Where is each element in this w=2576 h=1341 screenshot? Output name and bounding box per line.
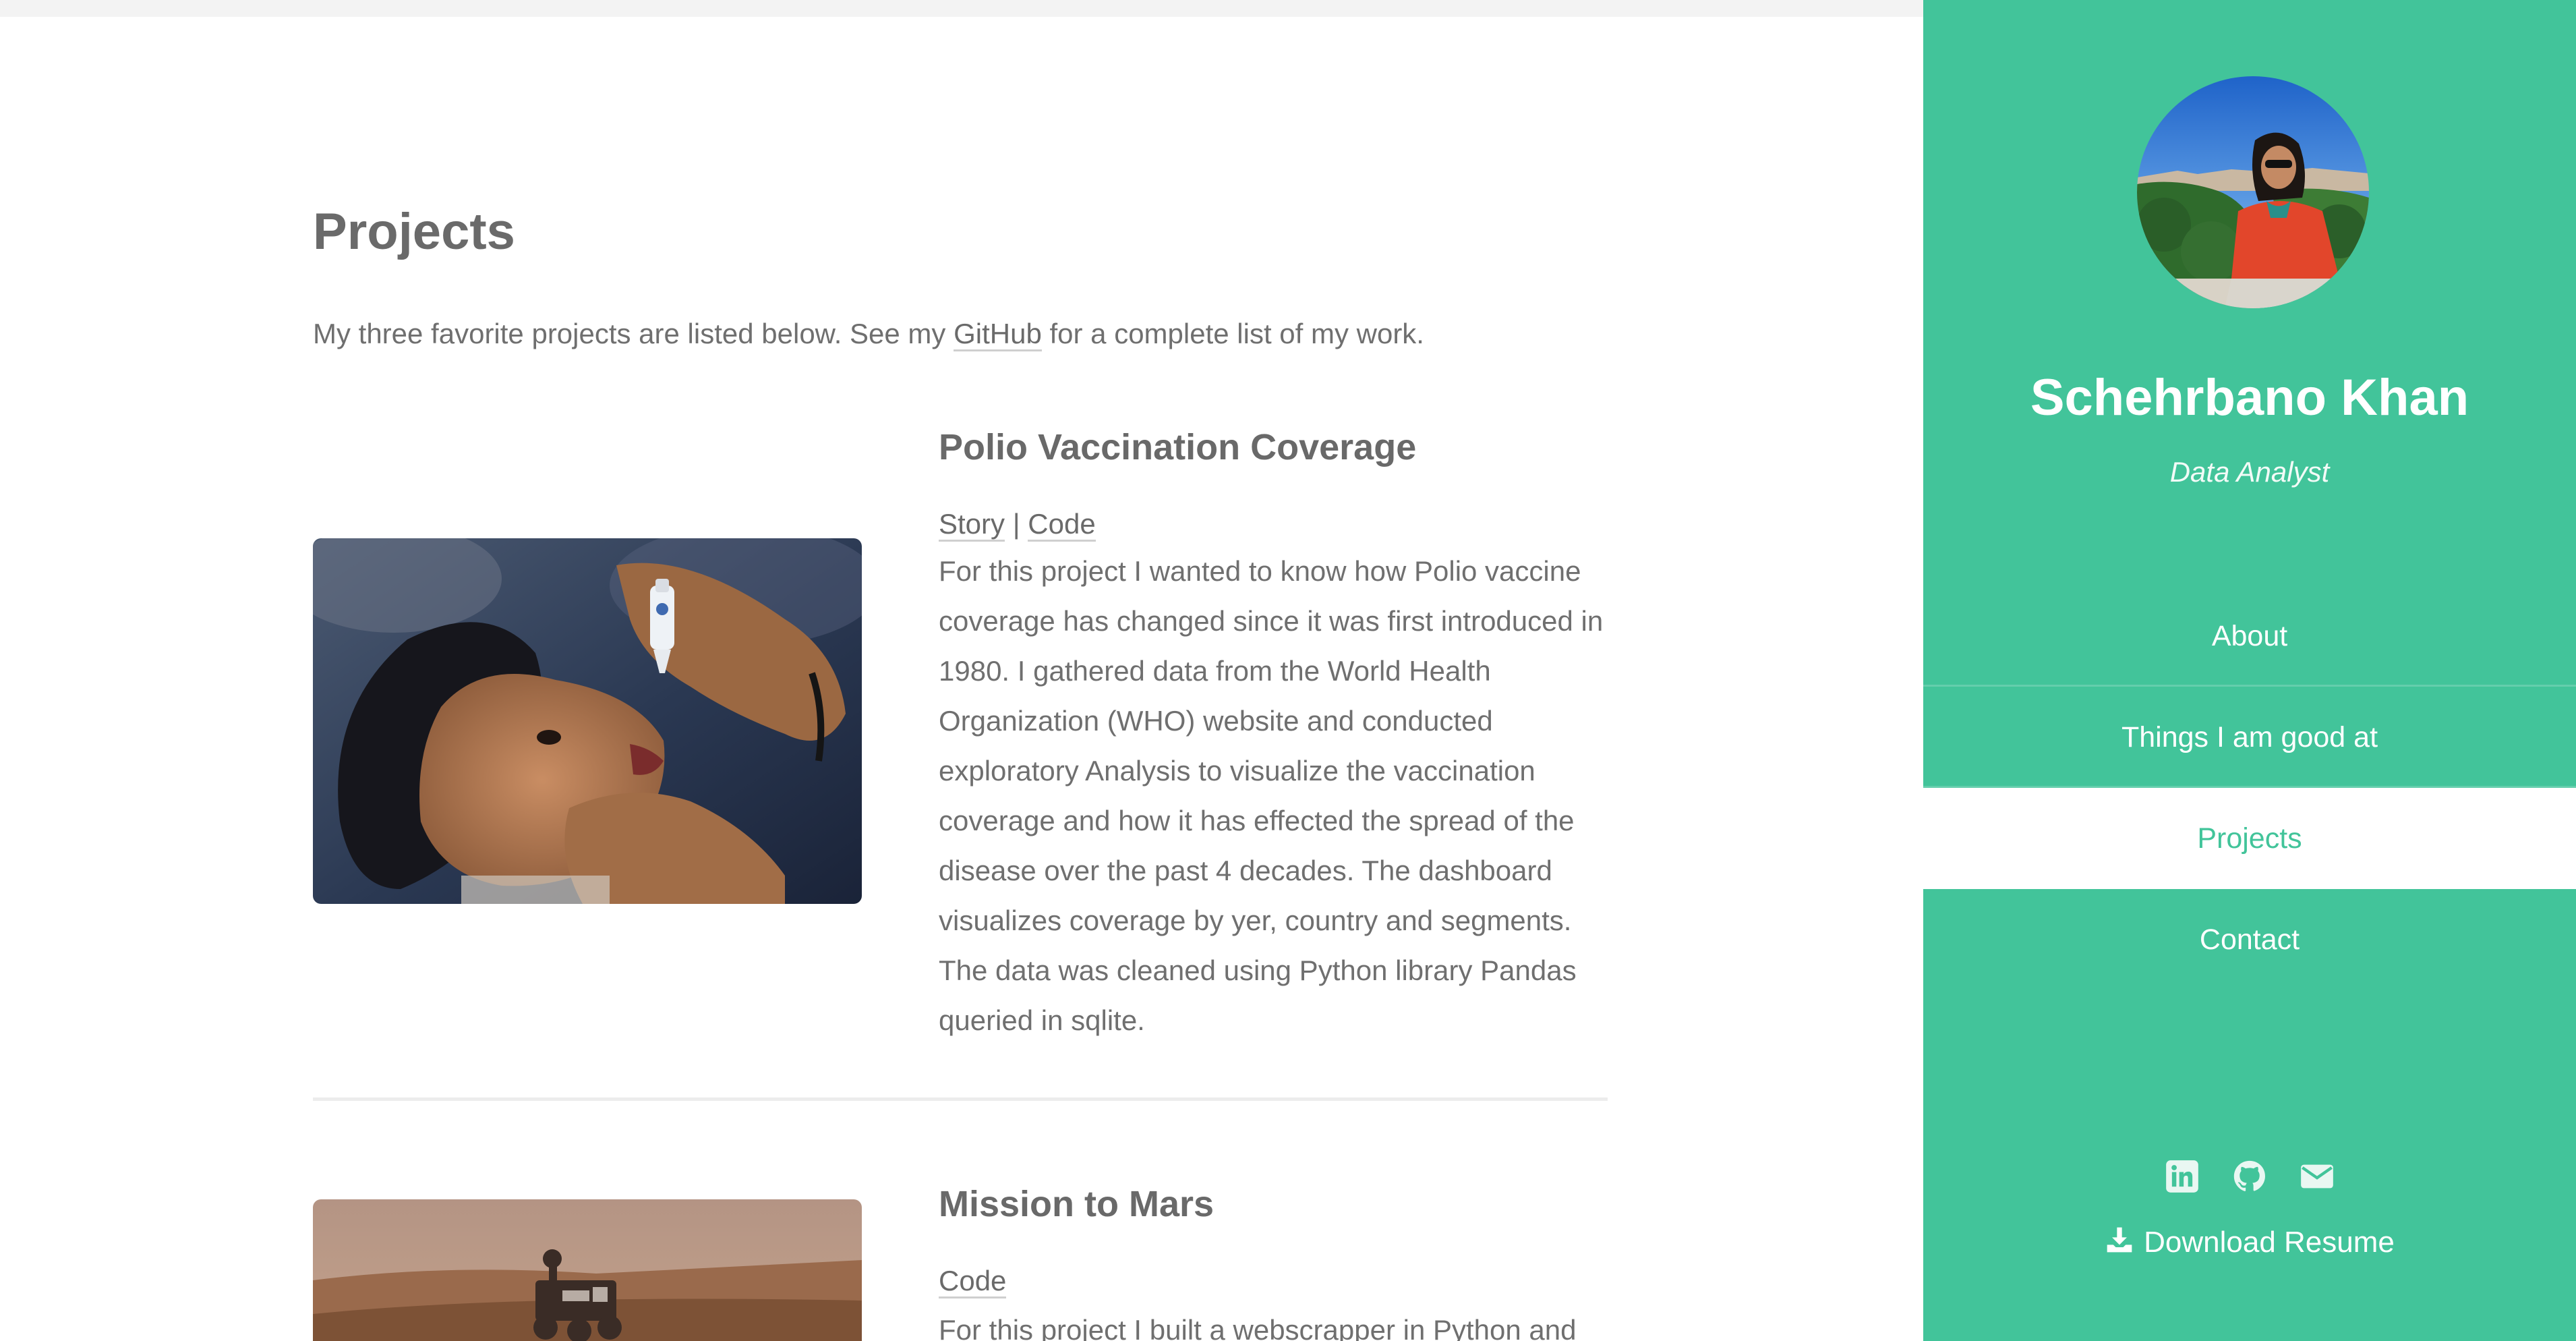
avatar (2137, 76, 2369, 308)
sidebar-nav: About Things I am good at Projects Conta… (1923, 586, 2576, 990)
sidebar: Schehrbano Khan Data Analyst About Thing… (1923, 0, 2576, 1341)
code-link-mars[interactable]: Code (939, 1265, 1007, 1299)
project-links-polio: Story | Code (939, 505, 1096, 543)
nav-item-contact[interactable]: Contact (1923, 889, 2576, 990)
intro-text-after: for a complete list of my work. (1041, 318, 1424, 349)
story-link[interactable]: Story (939, 508, 1005, 542)
download-icon (2107, 1227, 2132, 1253)
github-icon[interactable] (2232, 1159, 2267, 1194)
mars-project-image (313, 1199, 862, 1341)
page-title: Projects (313, 203, 515, 260)
project-links-mars: Code (939, 1262, 1007, 1300)
social-links (1923, 1159, 2576, 1194)
profile-name: Schehrbano Khan (2030, 369, 2469, 426)
polio-project-image (313, 538, 862, 904)
download-resume-label: Download Resume (2144, 1226, 2395, 1259)
avatar-photo-graphic (2137, 76, 2369, 308)
mars-photo-graphic (313, 1199, 862, 1341)
polio-photo-graphic (313, 538, 862, 904)
linkedin-icon[interactable] (2165, 1159, 2200, 1194)
project-divider (313, 1097, 1608, 1101)
github-link[interactable]: GitHub (954, 318, 1042, 351)
project-description-polio: For this project I wanted to know how Po… (939, 555, 1604, 1036)
links-separator: | (1005, 508, 1028, 540)
code-link-polio[interactable]: Code (1028, 508, 1096, 542)
nav-item-skills[interactable]: Things I am good at (1923, 687, 2576, 788)
profile-role: Data Analyst (2169, 456, 2330, 488)
intro-text-before: My three favorite projects are listed be… (313, 318, 954, 349)
top-rule (0, 0, 1923, 17)
project-description-mars: For this project I built a webscrapper i… (939, 1314, 1577, 1341)
email-icon[interactable] (2300, 1159, 2335, 1194)
projects-intro: My three favorite projects are listed be… (313, 314, 1424, 354)
download-resume-link[interactable]: Download Resume (1923, 1225, 2576, 1259)
nav-item-projects[interactable]: Projects (1923, 788, 2576, 889)
nav-item-about[interactable]: About (1923, 586, 2576, 687)
project-title-polio: Polio Vaccination Coverage (939, 427, 1417, 467)
project-title-mars: Mission to Mars (939, 1184, 1214, 1224)
main-content: Projects My three favorite projects are … (0, 17, 1923, 1341)
